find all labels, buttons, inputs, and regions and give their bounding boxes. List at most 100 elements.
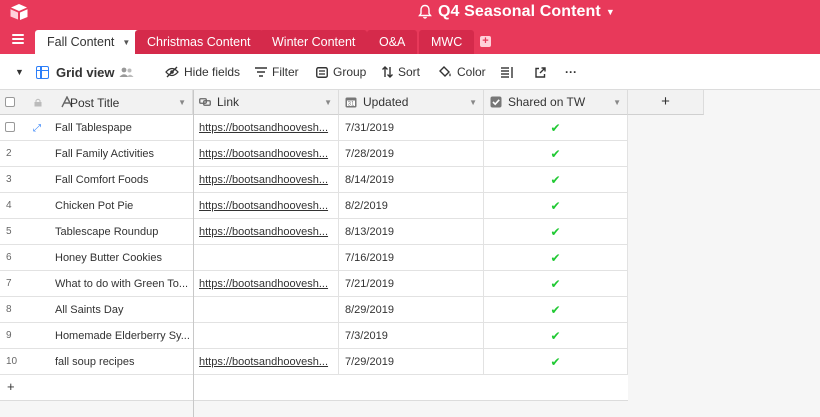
base-title-menu[interactable]: Q4 Seasonal Content ▼ [418, 2, 615, 22]
color-button[interactable]: Color [439, 54, 486, 90]
data-grid: Post Title ▼ Link ▼ 31 Updated ▼ Shared … [0, 90, 820, 417]
cell-link[interactable]: https://bootsandhoovesh... [193, 349, 339, 374]
group-button[interactable]: Group [316, 54, 366, 90]
table-row[interactable]: 6 Honey Butter Cookies 7/16/2019 ✔ [0, 245, 628, 271]
hide-fields-button[interactable]: Hide fields [165, 54, 240, 90]
cell-updated[interactable]: 7/3/2019 [339, 323, 484, 348]
sort-button[interactable]: Sort [382, 54, 420, 90]
share-view-button[interactable] [535, 54, 551, 90]
bell-icon[interactable] [418, 4, 432, 20]
chevron-down-icon[interactable]: ▼ [178, 98, 186, 107]
table-row[interactable]: 9 Homemade Elderberry Sy... 7/3/2019 ✔ [0, 323, 628, 349]
cell-shared-on-tw[interactable]: ✔ [484, 167, 628, 192]
tab-label: Christmas Content [147, 35, 251, 49]
table-row[interactable]: 5 Tablescape Roundup https://bootsandhoove… [0, 219, 628, 245]
more-options-button[interactable]: ··· [565, 54, 577, 90]
link-field-icon [199, 98, 211, 106]
row-number: 3 [6, 174, 12, 185]
cell-post-title[interactable]: Homemade Elderberry Sy... [49, 323, 194, 348]
header-shared-on-tw[interactable]: Shared on TW ▼ [484, 90, 628, 115]
checkmark-icon: ✔ [550, 146, 561, 161]
table-row[interactable]: 3 Fall Comfort Foods https://bootsandhoove… [0, 167, 628, 193]
cell-updated[interactable]: 7/16/2019 [339, 245, 484, 270]
cell-post-title[interactable]: What to do with Green To... [49, 271, 194, 296]
select-all-checkbox[interactable] [5, 97, 15, 107]
cell-shared-on-tw[interactable]: ✔ [484, 297, 628, 322]
cell-link[interactable]: https://bootsandhoovesh... [193, 219, 339, 244]
table-row[interactable]: 10 fall soup recipes https://bootsandhoove… [0, 349, 628, 375]
cell-post-title[interactable]: Honey Butter Cookies [49, 245, 194, 270]
cell-updated[interactable]: 7/29/2019 [339, 349, 484, 374]
cell-shared-on-tw[interactable]: ✔ [484, 323, 628, 348]
eye-slash-icon [165, 66, 179, 78]
table-row[interactable]: 2 Fall Family Activities https://bootsandh… [0, 141, 628, 167]
cell-shared-on-tw[interactable]: ✔ [484, 193, 628, 218]
cell-post-title[interactable]: Fall Family Activities [49, 141, 194, 166]
cell-shared-on-tw[interactable]: ✔ [484, 141, 628, 166]
cell-shared-on-tw[interactable]: ✔ [484, 349, 628, 374]
collaborators-button[interactable] [119, 54, 139, 90]
chevron-down-icon[interactable]: ▼ [122, 38, 130, 47]
header-post-title[interactable]: Post Title ▼ [0, 90, 193, 115]
cell-shared-on-tw[interactable]: ✔ [484, 219, 628, 244]
header-updated[interactable]: 31 Updated ▼ [339, 90, 484, 115]
table-row[interactable]: 4 Chicken Pot Pie https://bootsandhoovesh.… [0, 193, 628, 219]
column-name: Post Title [70, 96, 120, 110]
add-table-button[interactable]: + [480, 36, 491, 47]
add-field-button[interactable]: + [628, 90, 704, 115]
cell-post-title[interactable]: Fall Tablespape [49, 115, 194, 140]
cell-post-title[interactable]: Chicken Pot Pie [49, 193, 194, 218]
toggle-sidebar-button[interactable]: ▼ [15, 54, 24, 90]
cell-link[interactable] [193, 323, 339, 348]
filter-button[interactable]: Filter [255, 54, 299, 90]
cell-shared-on-tw[interactable]: ✔ [484, 115, 628, 140]
cell-updated[interactable]: 7/31/2019 [339, 115, 484, 140]
cell-updated[interactable]: 7/21/2019 [339, 271, 484, 296]
tab-christmas-content[interactable]: Christmas Content [135, 30, 263, 54]
chevron-down-icon[interactable]: ▼ [324, 98, 332, 107]
row-height-button[interactable] [501, 54, 518, 90]
cell-updated[interactable]: 8/14/2019 [339, 167, 484, 192]
cell-link[interactable]: https://bootsandhoovesh... [193, 271, 339, 296]
cell-link[interactable] [193, 297, 339, 322]
tab-o-and-a[interactable]: O&A [367, 30, 418, 54]
cell-link[interactable]: https://bootsandhoovesh... [193, 115, 339, 140]
table-row[interactable]: ⤢ Fall Tablespape https://bootsandhoovesh.… [0, 115, 628, 141]
cell-updated[interactable]: 8/2/2019 [339, 193, 484, 218]
cell-post-title[interactable]: Fall Comfort Foods [49, 167, 194, 192]
cell-updated[interactable]: 7/28/2019 [339, 141, 484, 166]
column-name: Link [217, 95, 240, 109]
add-record-button[interactable]: + [0, 375, 628, 401]
tab-winter-content[interactable]: Winter Content [260, 30, 368, 54]
table-row[interactable]: 7 What to do with Green To... https://boot… [0, 271, 628, 297]
more-icon: ··· [565, 65, 577, 79]
cell-updated[interactable]: 8/29/2019 [339, 297, 484, 322]
row-number: 10 [6, 356, 18, 367]
checkmark-icon: ✔ [550, 302, 561, 317]
chevron-down-icon[interactable]: ▼ [613, 98, 621, 107]
airtable-logo-icon[interactable] [9, 3, 29, 21]
group-icon [316, 66, 328, 78]
row-number: 7 [6, 278, 12, 289]
cell-link[interactable]: https://bootsandhoovesh... [193, 141, 339, 166]
cell-link[interactable]: https://bootsandhoovesh... [193, 193, 339, 218]
tab-fall-content[interactable]: Fall Content ▼ [35, 30, 143, 54]
cell-updated[interactable]: 8/13/2019 [339, 219, 484, 244]
cell-link[interactable] [193, 245, 339, 270]
tab-mwc[interactable]: MWC [419, 30, 475, 54]
expand-record-icon[interactable]: ⤢ [33, 123, 41, 134]
cell-shared-on-tw[interactable]: ✔ [484, 271, 628, 296]
hamburger-menu-icon[interactable] [12, 34, 24, 44]
header-link[interactable]: Link ▼ [193, 90, 339, 115]
cell-post-title[interactable]: Tablescape Roundup [49, 219, 194, 244]
cell-post-title[interactable]: All Saints Day [49, 297, 194, 322]
table-row[interactable]: 8 All Saints Day 8/29/2019 ✔ [0, 297, 628, 323]
cell-shared-on-tw[interactable]: ✔ [484, 245, 628, 270]
cell-link[interactable]: https://bootsandhoovesh... [193, 167, 339, 192]
view-switcher[interactable]: Grid view [36, 54, 115, 90]
row-number: 2 [6, 148, 12, 159]
checkmark-icon: ✔ [550, 250, 561, 265]
chevron-down-icon[interactable]: ▼ [469, 98, 477, 107]
cell-post-title[interactable]: fall soup recipes [49, 349, 194, 374]
row-checkbox[interactable] [5, 122, 15, 132]
